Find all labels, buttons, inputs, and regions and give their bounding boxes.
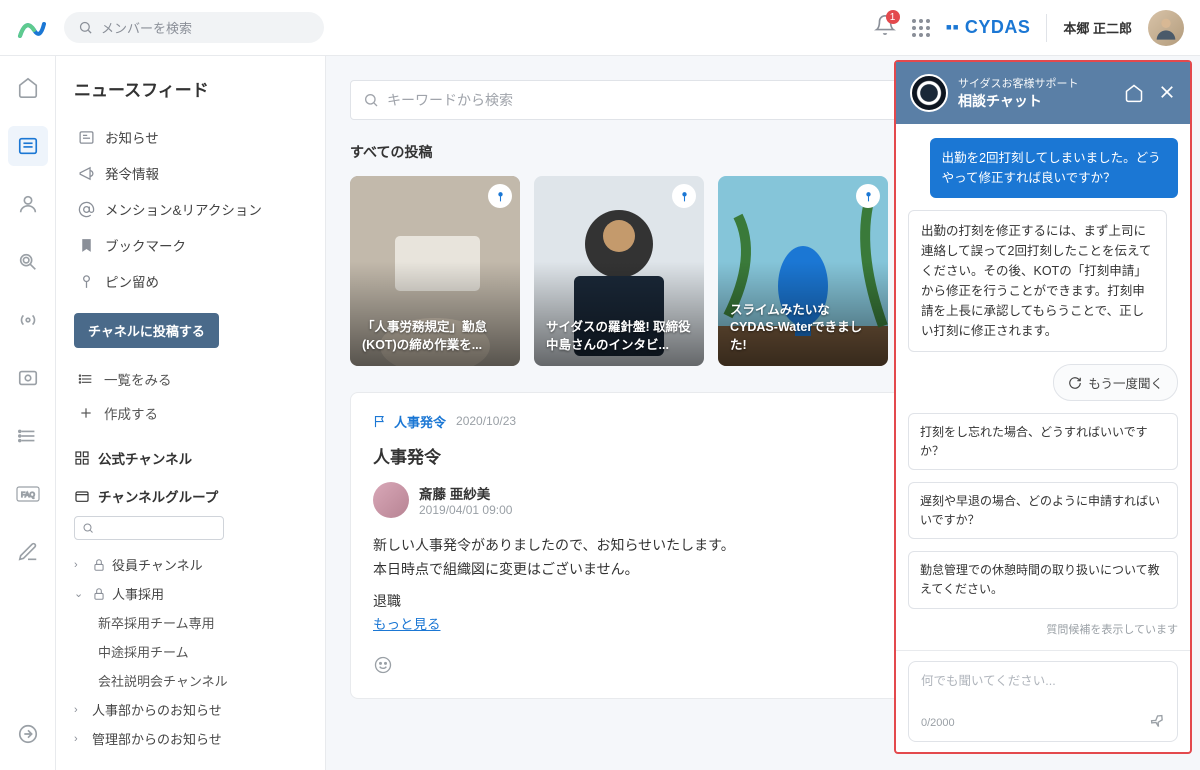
suggestion-3[interactable]: 勤怠管理での休憩時間の取り扱いについて教えてください。 (908, 551, 1178, 608)
divider (1046, 14, 1047, 42)
sidebar-hatsurei[interactable]: 発令情報 (74, 155, 307, 191)
news-icon (78, 129, 95, 146)
search-icon (363, 92, 379, 108)
channel-group-heading: チャンネルグループ (74, 486, 307, 506)
pushpin-icon (1144, 709, 1169, 734)
post-date: 2020/10/23 (456, 414, 516, 428)
card-3[interactable]: スライムみたいなCYDAS-Waterできました! (718, 176, 888, 366)
refresh-icon (1068, 376, 1082, 390)
chat-input-area: 0/2000 (896, 650, 1190, 752)
sidebar-title: ニュースフィード (74, 76, 307, 101)
brand-label: ▪▪ CYDAS (946, 17, 1031, 38)
chat-subtitle: サイダスお客様サポート (958, 75, 1079, 91)
channel-search[interactable] (74, 516, 307, 540)
retry-button[interactable]: もう一度聞く (1053, 364, 1178, 401)
rail-home[interactable] (8, 68, 48, 108)
apps-menu[interactable] (912, 19, 930, 37)
sidebar-pinned[interactable]: ピン留め (74, 263, 307, 299)
sidebar-bookmark[interactable]: ブックマーク (74, 227, 307, 263)
pin-icon (78, 273, 95, 290)
pin-icon (488, 184, 512, 208)
suggestion-hint: 質問候補を表示しています (1046, 621, 1178, 637)
lock-icon (92, 558, 106, 572)
suggestion-2[interactable]: 遅刻や早退の場合、どのように申請すればいいですか？ (908, 482, 1178, 539)
bookmark-icon (78, 237, 95, 254)
char-counter: 0/2000 (921, 717, 955, 729)
send-button[interactable] (1142, 709, 1169, 737)
rail-profile[interactable] (8, 184, 48, 224)
suggestion-1[interactable]: 打刻をし忘れた場合、どうすればいいですか？ (908, 413, 1178, 470)
card-2[interactable]: サイダスの羅針盤! 取締役中島さんのインタビ... (534, 176, 704, 366)
author-date: 2019/04/01 09:00 (419, 503, 512, 517)
app-logo (16, 12, 48, 44)
member-search[interactable]: メンバーを検索 (64, 12, 324, 43)
notification-count: 1 (886, 10, 900, 24)
card-1[interactable]: 「人事労務規定」勤怠(KOT)の締め作業を... (350, 176, 520, 366)
reaction-button[interactable] (373, 655, 393, 680)
megaphone-icon (78, 165, 95, 182)
svg-text:FAQ: FAQ (20, 492, 35, 499)
rail-photo[interactable] (8, 358, 48, 398)
tree-hr-recruit[interactable]: ⌄人事採用 (74, 579, 307, 608)
tree-newgrad[interactable]: 新卒採用チーム専用 (74, 608, 307, 637)
lock-icon (92, 587, 106, 601)
list-icon (78, 371, 94, 387)
nav-rail: FAQ (0, 56, 56, 770)
app-header: メンバーを検索 1 ▪▪ CYDAS 本郷 正二郎 (0, 0, 1200, 56)
smile-icon (373, 655, 393, 675)
at-icon (78, 201, 95, 218)
rail-feed[interactable] (8, 126, 48, 166)
tree-explain[interactable]: 会社説明会チャンネル (74, 666, 307, 695)
folder-icon (74, 488, 90, 504)
post-category[interactable]: 人事発令 (373, 412, 446, 431)
tree-midcareer[interactable]: 中途採用チーム (74, 637, 307, 666)
search-icon (78, 20, 93, 35)
rail-search[interactable] (8, 242, 48, 282)
plus-icon (78, 405, 94, 421)
author-avatar[interactable] (373, 482, 409, 518)
chat-header: サイダスお客様サポート 相談チャット (896, 62, 1190, 124)
sidebar-mention[interactable]: メンション&リアクション (74, 191, 307, 227)
current-user-name: 本郷 正二郎 (1063, 18, 1132, 37)
user-message: 出勤を2回打刻してしまいました。どうやって修正すれば良いですか？ (930, 138, 1178, 198)
tree-officers[interactable]: ›役員チャンネル (74, 550, 307, 579)
flag-icon (373, 414, 388, 429)
sidebar: ニュースフィード お知らせ 発令情報 メンション&リアクション ブックマーク ピ… (56, 56, 326, 770)
home-icon[interactable] (1124, 83, 1144, 103)
tree-hr-news[interactable]: ›人事部からのお知らせ (74, 695, 307, 724)
chat-title: 相談チャット (958, 91, 1079, 111)
official-channel-heading: 公式チャンネル (74, 448, 307, 468)
notification-bell[interactable]: 1 (874, 14, 896, 41)
show-more-link[interactable]: もっと見る (373, 617, 441, 632)
close-icon[interactable] (1158, 83, 1176, 101)
sidebar-create[interactable]: 作成する (74, 396, 307, 430)
chat-input[interactable] (921, 674, 1165, 688)
author-name: 斎藤 亜紗美 (419, 483, 512, 503)
person-icon (1152, 14, 1180, 42)
pin-icon (856, 184, 880, 208)
rail-edit[interactable] (8, 532, 48, 572)
pin-icon (672, 184, 696, 208)
rail-broadcast[interactable] (8, 300, 48, 340)
rail-faq[interactable]: FAQ (8, 474, 48, 514)
bot-message: 出勤の打刻を修正するには、まず上司に連絡して誤って2回打刻したことを伝えてくださ… (908, 210, 1167, 352)
sidebar-view-all[interactable]: 一覧をみる (74, 362, 307, 396)
rail-logout[interactable] (8, 714, 48, 754)
support-chat-panel: サイダスお客様サポート 相談チャット 出勤を2回打刻してしまいました。どうやって… (894, 60, 1192, 754)
tree-admin-news[interactable]: ›管理部からのお知らせ (74, 724, 307, 753)
grid-icon (74, 450, 90, 466)
bot-avatar (910, 74, 948, 112)
rail-list[interactable] (8, 416, 48, 456)
post-to-channel-button[interactable]: チャネルに投稿する (74, 313, 219, 348)
sidebar-announce[interactable]: お知らせ (74, 119, 307, 155)
chat-body: 出勤を2回打刻してしまいました。どうやって修正すれば良いですか？ 出勤の打刻を修… (896, 124, 1190, 650)
user-avatar[interactable] (1148, 10, 1184, 46)
